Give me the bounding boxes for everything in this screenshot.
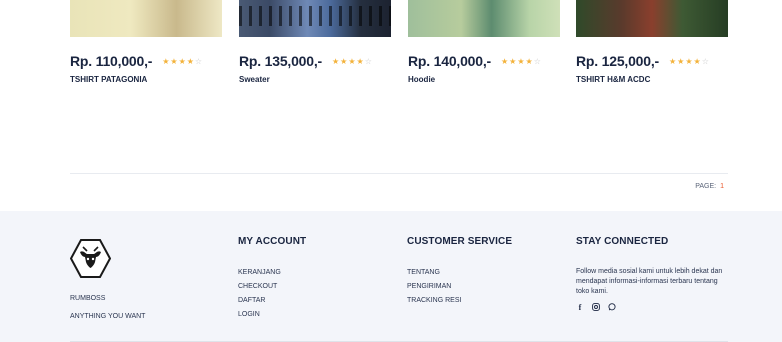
product-card[interactable]: Rp. 140,000,- ★★★★☆ Hoodie (408, 0, 560, 84)
price-row: Rp. 110,000,- ★★★★☆ (70, 53, 222, 69)
product-price: Rp. 125,000,- (576, 53, 659, 69)
whatsapp-icon[interactable] (608, 303, 616, 313)
product-card[interactable]: Rp. 125,000,- ★★★★☆ TSHIRT H&M ACDC (576, 0, 728, 84)
price-row: Rp. 125,000,- ★★★★☆ (576, 53, 728, 69)
facebook-icon[interactable]: f (576, 303, 584, 313)
my-account-links: KERANJANG CHECKOUT DAFTAR LOGIN (238, 266, 306, 322)
product-price: Rp. 135,000,- (239, 53, 322, 69)
price-row: Rp. 135,000,- ★★★★☆ (239, 53, 391, 69)
product-price: Rp. 140,000,- (408, 53, 491, 69)
link-tracking-resi[interactable]: TRACKING RESI (407, 294, 512, 308)
rating-stars: ★★★★☆ (332, 57, 373, 66)
product-grid: Rp. 110,000,- ★★★★☆ TSHIRT PATAGONIA Rp.… (70, 0, 730, 100)
my-account-section: MY ACCOUNT KERANJANG CHECKOUT DAFTAR LOG… (238, 236, 306, 322)
link-keranjang[interactable]: KERANJANG (238, 266, 306, 280)
star-icon: ★★★★ (501, 56, 534, 66)
product-name[interactable]: Hoodie (408, 75, 560, 84)
link-daftar[interactable]: DAFTAR (238, 294, 306, 308)
my-account-title: MY ACCOUNT (238, 236, 307, 247)
product-name[interactable]: TSHIRT H&M ACDC (576, 75, 728, 84)
pagination: PAGE: 1 (695, 183, 724, 190)
star-icon: ★★★★ (332, 56, 365, 66)
page-number[interactable]: 1 (720, 183, 724, 190)
product-name[interactable]: Sweater (239, 75, 391, 84)
brand-name: RUMBOSS (70, 295, 106, 302)
star-icon: ★★★★ (669, 56, 702, 66)
product-card[interactable]: Rp. 110,000,- ★★★★☆ TSHIRT PATAGONIA (70, 0, 222, 84)
section-divider (70, 173, 728, 174)
stay-connected-description: Follow media sosial kami untuk lebih dek… (576, 268, 723, 295)
star-empty-icon: ☆ (533, 56, 542, 66)
star-empty-icon: ☆ (701, 56, 710, 66)
instagram-icon[interactable] (592, 303, 600, 313)
footer: RUMBOSS ANYTHING YOU WANT MY ACCOUNT KER… (0, 211, 782, 342)
rating-stars: ★★★★☆ (501, 57, 542, 66)
customer-service-title: CUSTOMER SERVICE (407, 236, 513, 247)
product-image[interactable] (239, 0, 391, 37)
brand-logo-icon[interactable] (70, 238, 111, 279)
customer-service-links: TENTANG PENGIRIMAN TRACKING RESI (407, 266, 512, 308)
price-row: Rp. 140,000,- ★★★★☆ (408, 53, 560, 69)
link-pengiriman[interactable]: PENGIRIMAN (407, 280, 512, 294)
rating-stars: ★★★★☆ (162, 57, 203, 66)
rating-stars: ★★★★☆ (669, 57, 710, 66)
social-links: f (576, 303, 728, 313)
product-image[interactable] (408, 0, 560, 37)
product-image[interactable] (70, 0, 222, 37)
star-icon: ★★★★ (162, 56, 195, 66)
pagination-label: PAGE: (695, 183, 717, 190)
product-image[interactable] (576, 0, 728, 37)
product-price: Rp. 110,000,- (70, 53, 153, 69)
stay-connected-title: STAY CONNECTED (576, 236, 669, 247)
brand-tagline: ANYTHING YOU WANT (70, 313, 146, 320)
star-empty-icon: ☆ (364, 56, 373, 66)
star-empty-icon: ☆ (194, 56, 204, 66)
customer-service-section: CUSTOMER SERVICE TENTANG PENGIRIMAN TRAC… (407, 236, 512, 308)
link-login[interactable]: LOGIN (238, 308, 306, 322)
product-card[interactable]: Rp. 135,000,- ★★★★☆ Sweater (239, 0, 391, 84)
link-tentang[interactable]: TENTANG (407, 266, 512, 280)
product-name[interactable]: TSHIRT PATAGONIA (70, 75, 222, 84)
link-checkout[interactable]: CHECKOUT (238, 280, 306, 294)
stay-connected-section: STAY CONNECTED Follow media sosial kami … (576, 236, 728, 313)
